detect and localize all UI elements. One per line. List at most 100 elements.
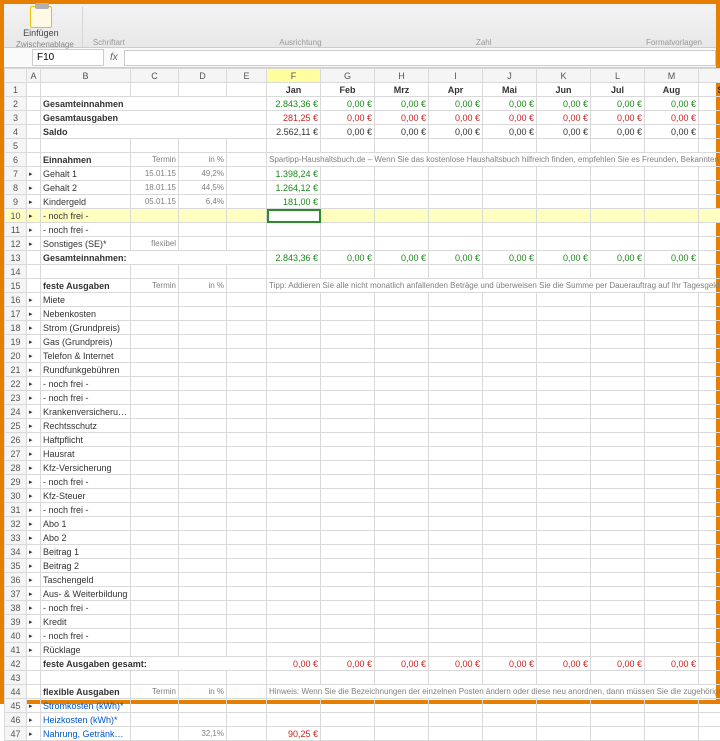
cell-jan[interactable]: 2.843,36 € bbox=[267, 97, 321, 111]
row-header-43[interactable]: 43 bbox=[5, 671, 27, 685]
row-header-6[interactable]: 6 bbox=[5, 153, 27, 167]
row-header-7[interactable]: 7 bbox=[5, 167, 27, 181]
total-einnahmen[interactable]: Gesamteinnahmen: bbox=[41, 251, 267, 265]
total-feste[interactable]: feste Ausgaben gesamt: bbox=[41, 657, 267, 671]
list-item[interactable]: Krankenversicherung bbox=[41, 405, 131, 419]
row-header-37[interactable]: 37 bbox=[5, 587, 27, 601]
cell-mon[interactable]: 0,00 € bbox=[537, 97, 591, 111]
cell-jan[interactable]: 0,00 € bbox=[267, 657, 321, 671]
row-header-13[interactable]: 13 bbox=[5, 251, 27, 265]
cell-jan[interactable]: 2.562,11 € bbox=[267, 125, 321, 139]
month-header[interactable]: Jun bbox=[537, 83, 591, 97]
row-header-12[interactable]: 12 bbox=[5, 237, 27, 251]
row-header-16[interactable]: 16 bbox=[5, 293, 27, 307]
list-item[interactable]: - noch frei - bbox=[41, 475, 131, 489]
cell-mon[interactable]: 0,00 € bbox=[375, 657, 429, 671]
formula-input[interactable] bbox=[124, 50, 716, 66]
row-header-40[interactable]: 40 bbox=[5, 629, 27, 643]
row-header-41[interactable]: 41 bbox=[5, 643, 27, 657]
row-header-17[interactable]: 17 bbox=[5, 307, 27, 321]
cell-jan[interactable]: 181,00 € bbox=[267, 195, 321, 209]
label-gesamtausgaben[interactable]: Gesamtausgaben bbox=[41, 111, 267, 125]
month-header[interactable]: Apr bbox=[429, 83, 483, 97]
col-H[interactable]: H bbox=[375, 69, 429, 83]
list-item[interactable]: - noch frei - bbox=[41, 377, 131, 391]
row-header-14[interactable]: 14 bbox=[5, 265, 27, 279]
row-header-47[interactable]: 47 bbox=[5, 727, 27, 741]
cell-mon[interactable]: 0,00 € bbox=[321, 97, 375, 111]
cell-mon[interactable]: 0,00 € bbox=[321, 251, 375, 265]
row-header-2[interactable]: 2 bbox=[5, 97, 27, 111]
col-M[interactable]: M bbox=[645, 69, 699, 83]
cell-mon[interactable]: 0,00 € bbox=[699, 97, 720, 111]
col-D[interactable]: D bbox=[179, 69, 227, 83]
cell-mon[interactable]: 0,00 € bbox=[645, 125, 699, 139]
row-header-8[interactable]: 8 bbox=[5, 181, 27, 195]
row-header-38[interactable]: 38 bbox=[5, 601, 27, 615]
cell-mon[interactable]: 0,00 € bbox=[591, 657, 645, 671]
col-E[interactable]: E bbox=[227, 69, 267, 83]
row-header-31[interactable]: 31 bbox=[5, 503, 27, 517]
cell-jan[interactable]: 2.843,36 € bbox=[267, 251, 321, 265]
cell-jan[interactable]: 1.264,12 € bbox=[267, 181, 321, 195]
row-header-29[interactable]: 29 bbox=[5, 475, 27, 489]
cell-mon[interactable]: 0,00 € bbox=[591, 125, 645, 139]
list-item[interactable]: Rechtsschutz bbox=[41, 419, 131, 433]
col-G[interactable]: G bbox=[321, 69, 375, 83]
row-header-18[interactable]: 18 bbox=[5, 321, 27, 335]
cell-jan[interactable] bbox=[267, 699, 321, 713]
list-item[interactable]: Kredit bbox=[41, 615, 131, 629]
cell-mon[interactable]: 0,00 € bbox=[483, 111, 537, 125]
list-item[interactable]: - noch frei - bbox=[41, 391, 131, 405]
row-header-11[interactable]: 11 bbox=[5, 223, 27, 237]
cell-mon[interactable]: 0,00 € bbox=[699, 251, 720, 265]
cell-mon[interactable]: 0,00 € bbox=[591, 111, 645, 125]
section-einnahmen[interactable]: Einnahmen bbox=[41, 153, 131, 167]
row-header-22[interactable]: 22 bbox=[5, 377, 27, 391]
cell-jan[interactable]: 281,25 € bbox=[267, 111, 321, 125]
cell-mon[interactable]: 0,00 € bbox=[321, 657, 375, 671]
list-item[interactable]: Kindergeld bbox=[41, 195, 131, 209]
corner-cell[interactable] bbox=[5, 69, 27, 83]
label-saldo[interactable]: Saldo bbox=[41, 125, 267, 139]
list-item[interactable]: - noch frei - bbox=[41, 223, 131, 237]
month-header[interactable]: Sep bbox=[699, 83, 720, 97]
col-I[interactable]: I bbox=[429, 69, 483, 83]
row-header-35[interactable]: 35 bbox=[5, 559, 27, 573]
name-box[interactable] bbox=[32, 49, 104, 66]
cell-mon[interactable]: 0,00 € bbox=[321, 111, 375, 125]
month-header[interactable]: Jan bbox=[267, 83, 321, 97]
cell-mon[interactable]: 0,00 € bbox=[429, 251, 483, 265]
list-item[interactable]: - noch frei - bbox=[41, 601, 131, 615]
row-header-42[interactable]: 42 bbox=[5, 657, 27, 671]
list-item[interactable]: Telefon & Internet bbox=[41, 349, 131, 363]
list-item[interactable]: Gehalt 1 bbox=[41, 167, 131, 181]
cell-mon[interactable]: 0,00 € bbox=[645, 111, 699, 125]
cell-mon[interactable]: 0,00 € bbox=[375, 251, 429, 265]
col-C[interactable]: C bbox=[131, 69, 179, 83]
col-K[interactable]: K bbox=[537, 69, 591, 83]
list-item[interactable]: Taschengeld bbox=[41, 573, 131, 587]
col-A[interactable]: A bbox=[27, 69, 41, 83]
row-header-19[interactable]: 19 bbox=[5, 335, 27, 349]
cell-mon[interactable]: 0,00 € bbox=[429, 657, 483, 671]
list-item[interactable]: Beitrag 1 bbox=[41, 545, 131, 559]
row-header-20[interactable]: 20 bbox=[5, 349, 27, 363]
row-header-3[interactable]: 3 bbox=[5, 111, 27, 125]
list-item[interactable]: Nebenkosten bbox=[41, 307, 131, 321]
paste-button[interactable]: Einfügen bbox=[23, 6, 59, 38]
cell-jan[interactable] bbox=[267, 223, 321, 237]
row-header-21[interactable]: 21 bbox=[5, 363, 27, 377]
row-header-45[interactable]: 45 bbox=[5, 699, 27, 713]
col-L[interactable]: L bbox=[591, 69, 645, 83]
list-item[interactable]: Gas (Grundpreis) bbox=[41, 335, 131, 349]
cell-jan[interactable] bbox=[267, 237, 321, 251]
label-gesamteinnahmen[interactable]: Gesamteinnahmen bbox=[41, 97, 267, 111]
cell-mon[interactable]: 0,00 € bbox=[429, 111, 483, 125]
active-cell[interactable] bbox=[267, 209, 321, 223]
list-item[interactable]: Abo 2 bbox=[41, 531, 131, 545]
list-item[interactable]: Miete bbox=[41, 293, 131, 307]
list-item[interactable]: Sonstiges (SE)* bbox=[41, 237, 131, 251]
list-item[interactable]: Gehalt 2 bbox=[41, 181, 131, 195]
month-header[interactable]: Aug bbox=[645, 83, 699, 97]
